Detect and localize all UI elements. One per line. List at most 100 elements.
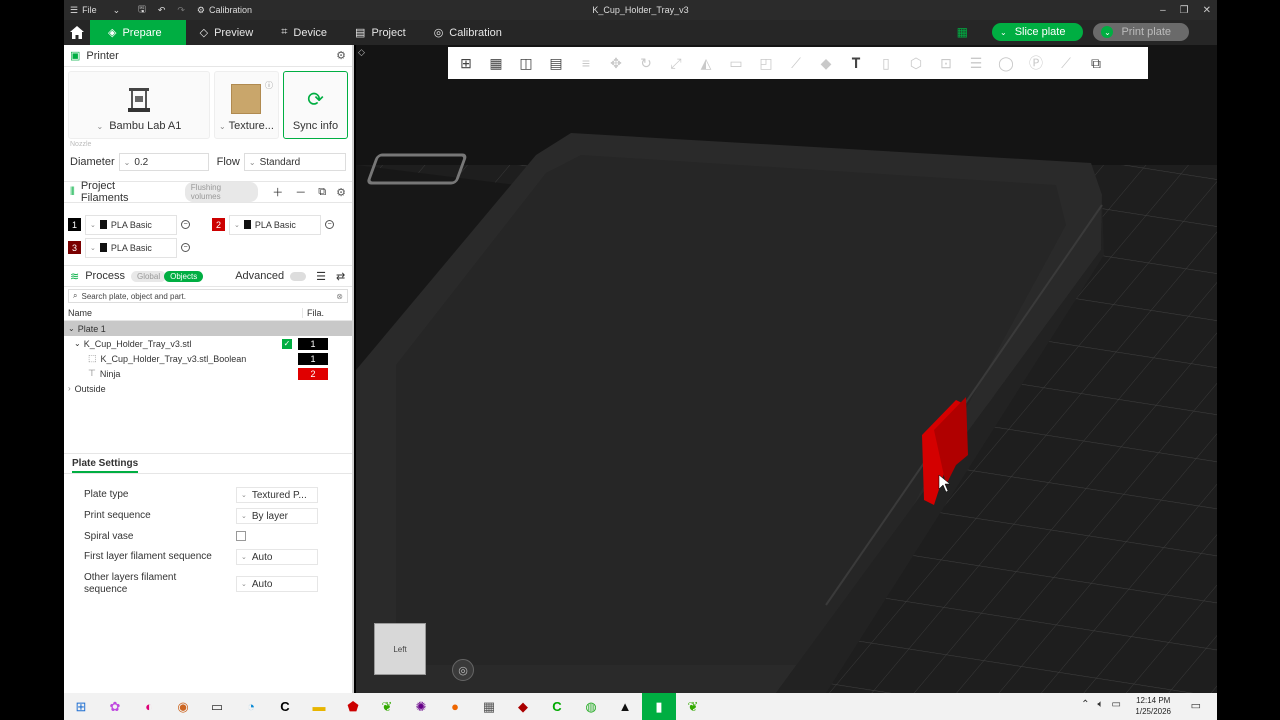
view-options-icon[interactable]: ⧉ (1084, 51, 1108, 75)
text-part-row[interactable]: ⊤ Ninja 2 (64, 366, 352, 381)
app-c2-icon[interactable]: C (540, 693, 574, 720)
flushing-volumes-button[interactable]: Flushing volumes (184, 182, 259, 202)
notification-icon[interactable]: ▭ (1191, 699, 1201, 712)
slice-plate-button[interactable]: ⌄ Slice plate (992, 23, 1084, 41)
flow-select[interactable]: ⌄ Standard (243, 153, 346, 171)
global-toggle[interactable]: Global (130, 270, 167, 282)
move-icon[interactable]: ✥ (604, 51, 628, 75)
first-layer-select[interactable]: ⌄ Auto (236, 549, 318, 565)
volume-icon[interactable]: 🔈︎ (1098, 699, 1104, 710)
paint-icon[interactable]: ◐ (132, 693, 166, 720)
measure-icon[interactable]: ⊡ (934, 51, 958, 75)
checkbox-checked-icon[interactable]: ✓ (282, 338, 292, 349)
arrange-icon[interactable]: ▤ (544, 51, 568, 75)
copilot-icon[interactable]: ✿ (98, 693, 132, 720)
rotate-icon[interactable]: ↻ (634, 51, 658, 75)
window-app-icon[interactable]: ▭ (200, 693, 234, 720)
shield-icon[interactable]: ⬟ (336, 693, 370, 720)
fusion-icon[interactable]: ◍ (574, 693, 608, 720)
battery-icon[interactable]: ▭ (1112, 699, 1121, 710)
edge-icon[interactable]: ◔ (234, 693, 268, 720)
remove-filament-icon[interactable]: － (295, 184, 306, 200)
diameter-select[interactable]: ⌄ 0.2 (118, 153, 209, 171)
printer-card[interactable]: ⌄ Bambu Lab A1 (68, 71, 210, 139)
maximize-button[interactable]: ❐ (1180, 5, 1189, 16)
redo-button[interactable]: ↷ (171, 0, 191, 20)
settings-app-icon[interactable]: ✺ (404, 693, 438, 720)
file-menu[interactable]: ☰ File ⌄ (64, 0, 126, 20)
leaf2-icon[interactable]: ❦ (676, 693, 710, 720)
filament-badge[interactable]: 2 (298, 367, 328, 380)
leaf-icon[interactable]: ❦ (370, 693, 404, 720)
gear-icon[interactable]: ⚙ (336, 49, 346, 62)
view-cube[interactable]: Left (374, 623, 426, 675)
scale-icon[interactable]: ⤢ (664, 51, 688, 75)
undo-button[interactable]: ↶ (152, 0, 172, 20)
tab-device[interactable]: ⌗ Device (267, 20, 341, 45)
tab-prepare[interactable]: ◈ Prepare (90, 20, 186, 45)
3d-viewport[interactable]: ◇ ⊞ ▦ ◫ ▤ ≡ ✥ ↻ ⤢ ◭ ▭ ◰ ⟋ ◆ 𝐓 ▯ ⬡ ⊡ ☰ ◯ … (356, 45, 1217, 693)
text-tool-icon[interactable]: 𝐓 (844, 51, 868, 75)
firefox-icon[interactable]: ● (438, 693, 472, 720)
color-paint-icon[interactable]: ◆ (814, 51, 838, 75)
home-button[interactable] (64, 20, 90, 45)
print-sequence-select[interactable]: ⌄ By layer (236, 508, 318, 524)
tab-preview[interactable]: ◇ Preview (186, 20, 268, 45)
compare-icon[interactable]: ⇄ (336, 270, 345, 283)
lay-on-face-icon[interactable]: ◭ (694, 51, 718, 75)
plate-list-icon[interactable]: ▦ (957, 25, 968, 39)
add-filament-icon[interactable]: ＋ (272, 184, 283, 200)
cut-icon[interactable]: ▭ (724, 51, 748, 75)
filament-settings-icon[interactable]: ⧉ (318, 186, 326, 199)
seam-icon[interactable]: ◯ (994, 51, 1018, 75)
save-button[interactable]: 🖫 (132, 0, 152, 20)
remove-icon[interactable]: − (181, 220, 190, 229)
filament-badge[interactable]: 1 (298, 352, 328, 365)
tab-project[interactable]: ▤ Project (341, 20, 420, 45)
plate-icon[interactable]: Ⓟ (1024, 51, 1048, 75)
folder-icon[interactable]: ▬ (302, 693, 336, 720)
app-c-icon[interactable]: C (268, 693, 302, 720)
slicer-icon[interactable]: ◆ (506, 693, 540, 720)
plate-type-card[interactable]: ⓘ ⌄ Texture... (213, 71, 279, 139)
remove-icon[interactable]: − (325, 220, 334, 229)
advanced-toggle[interactable] (290, 271, 307, 281)
clear-icon[interactable]: ⊗ (336, 292, 343, 301)
add-plate-icon[interactable]: ▦ (484, 51, 508, 75)
sync-info-button[interactable]: ⟳ Sync info (282, 71, 348, 139)
filament-select[interactable]: ⌄ PLA Basic (229, 214, 321, 235)
add-object-icon[interactable]: ⊞ (454, 51, 478, 75)
split-icon[interactable]: ≡ (574, 51, 598, 75)
remove-icon[interactable]: − (181, 243, 190, 252)
outside-row[interactable]: › Outside (64, 381, 352, 396)
plate-settings-tab[interactable]: Plate Settings (64, 454, 352, 474)
variable-layer-icon[interactable]: ☰ (964, 51, 988, 75)
print-plate-button[interactable]: ⌄ Print plate (1093, 23, 1189, 41)
assembly-icon[interactable]: ⬡ (904, 51, 928, 75)
object-search-input[interactable]: ⌕ Search plate, object and part. ⊗ (68, 289, 348, 303)
camera-reset-button[interactable]: ◎ (452, 659, 474, 681)
start-icon[interactable]: ⊞ (64, 693, 98, 720)
tab-calibration[interactable]: ◎ Calibration (420, 20, 516, 45)
filament-select[interactable]: ⌄ PLA Basic (85, 214, 177, 235)
objects-toggle[interactable]: Objects (164, 270, 204, 282)
close-button[interactable]: ✕ (1203, 5, 1211, 16)
calibration-menu[interactable]: ⚙ Calibration (191, 0, 258, 20)
game-icon[interactable]: ◉ (166, 693, 200, 720)
minimize-button[interactable]: – (1160, 5, 1166, 16)
object-row[interactable]: ⌄ K_Cup_Holder_Tray_v3.stl ✓ 1 (64, 336, 352, 351)
inkscape-icon[interactable]: ▲ (608, 693, 642, 720)
clock[interactable]: 12:14 PM 1/25/2026 (1135, 695, 1171, 717)
filament-select[interactable]: ⌄ PLA Basic (85, 237, 177, 258)
filament-badge[interactable]: 1 (298, 337, 328, 350)
list-icon[interactable]: ☰ (316, 270, 326, 283)
chevron-up-icon[interactable]: ⌃ (1081, 699, 1089, 710)
plate-row[interactable]: ⌄ Plate 1 (64, 321, 352, 336)
boolean-icon[interactable]: ◰ (754, 51, 778, 75)
part-row[interactable]: ⬚ K_Cup_Holder_Tray_v3.stl_Boolean 1 (64, 351, 352, 366)
plate-type-select[interactable]: ⌄ Textured P... (236, 487, 318, 503)
auto-orient-icon[interactable]: ◫ (514, 51, 538, 75)
svg-tool-icon[interactable]: ▯ (874, 51, 898, 75)
spiral-vase-checkbox[interactable] (236, 531, 246, 541)
calculator-icon[interactable]: ▦ (472, 693, 506, 720)
